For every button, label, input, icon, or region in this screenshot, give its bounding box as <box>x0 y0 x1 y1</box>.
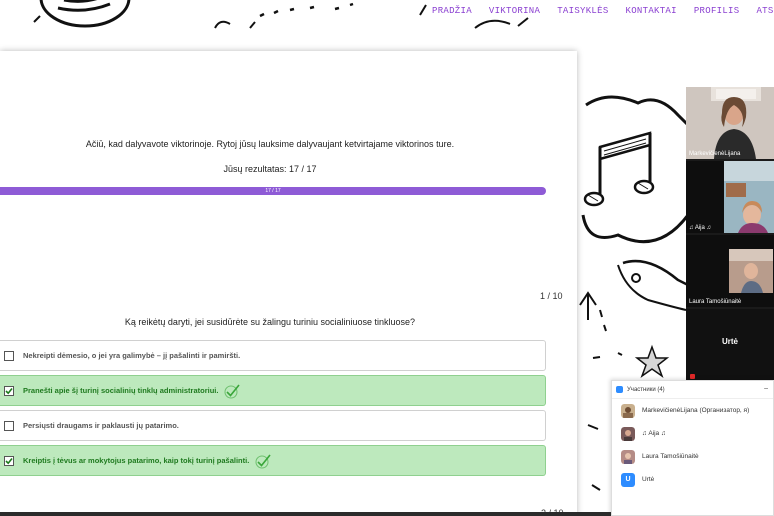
bottom-bar <box>0 512 611 516</box>
nav-item-profilis[interactable]: PROFILIS <box>694 6 740 16</box>
tile-center-name: Urtė <box>721 337 738 346</box>
participant-row[interactable]: U Urtė <box>612 468 773 491</box>
result-text: Jūsų rezultatas: 17 / 17 <box>223 164 317 174</box>
participant-row[interactable]: ♫ Aija ♫ <box>612 422 773 445</box>
minimize-button[interactable]: – <box>764 385 768 392</box>
participants-panel: Участники (4) – MarkevičienėLijana (Орга… <box>611 380 774 516</box>
nav-slash-icon <box>419 4 427 16</box>
video-tile-3[interactable]: Laura Tamošiūnaitė <box>686 235 774 307</box>
correct-answer-icon <box>224 383 241 398</box>
video-tile-2[interactable]: ♫ Aija ♫ <box>686 161 774 233</box>
nav-doodle-icon <box>214 2 354 29</box>
thanks-message: Ačiū, kad dalyvavote viktorinoje. Rytoj … <box>85 139 455 149</box>
avatar-icon <box>621 449 635 464</box>
question-number: 1 / 10 <box>540 291 563 301</box>
progress-label: 17 / 17 <box>265 188 281 194</box>
participants-header: Участники (4) <box>612 381 773 399</box>
nav-item-taisykles[interactable]: TAISYKLĖS <box>557 6 608 16</box>
quiz-card: Ačiū, kad dalyvavote viktorinoje. Rytoj … <box>0 51 577 516</box>
tile-name: Laura Tamošiūnaitė <box>689 299 742 305</box>
star-icon <box>634 344 670 378</box>
option-checkbox[interactable] <box>4 455 14 466</box>
option-label: Pranešti apie šį turinį socialinių tinkl… <box>23 386 219 395</box>
result-progress-bar: 17 / 17 <box>0 187 546 195</box>
checkmark-icon <box>5 457 13 464</box>
nav-item-kontaktai[interactable]: KONTAKTAI <box>626 6 677 16</box>
option-checkbox[interactable] <box>4 350 14 361</box>
question-text: Ką reikėtų daryti, jei susidūrėte su žal… <box>124 317 416 327</box>
video-strip: MarkevičienėLijana ♫ Aija ♫ Laura Tamoši… <box>686 87 774 382</box>
nav-item-pradzia[interactable]: PRADŽIA <box>432 6 472 16</box>
answer-option-2[interactable]: Pranešti apie šį turinį socialinių tinkl… <box>0 375 546 406</box>
avatar-icon <box>621 403 635 418</box>
logo-doodle-icon <box>33 0 131 28</box>
video-tile-4[interactable]: Urtė <box>686 309 774 381</box>
participant-row[interactable]: MarkevičienėLijana (Организатор, я) <box>612 399 773 422</box>
option-label: Nekreipti dėmesio, o jei yra galimybė – … <box>23 351 241 360</box>
zoom-icon <box>616 386 623 393</box>
participant-name: Urtė <box>642 476 655 483</box>
answer-option-3[interactable]: Persiųsti draugams ir paklausti jų patar… <box>0 410 546 441</box>
nav-underline-doodle-icon <box>474 17 529 29</box>
video-tile-1[interactable]: MarkevičienėLijana <box>686 87 774 159</box>
tile-name: ♫ Aija ♫ <box>689 225 712 231</box>
participant-row[interactable]: Laura Tamošiūnaitė <box>612 445 773 468</box>
option-checkbox[interactable] <box>4 420 14 431</box>
answer-option-1[interactable]: Nekreipti dėmesio, o jei yra galimybė – … <box>0 340 546 371</box>
participant-video-icon <box>686 161 774 233</box>
music-note-icon <box>583 131 655 207</box>
answer-option-4[interactable]: Kreiptis į tėvus ar mokytojus patarimo, … <box>0 445 546 476</box>
option-checkbox[interactable] <box>4 385 14 396</box>
participant-name: ♫ Aija ♫ <box>642 430 666 437</box>
tile-name: MarkevičienėLijana <box>689 151 741 157</box>
correct-answer-icon <box>255 453 271 468</box>
participants-title: Участники (4) <box>627 386 665 393</box>
page: PRADŽIA VIKTORINA TAISYKLĖS KONTAKTAI PR… <box>0 0 774 516</box>
muted-indicator-icon <box>690 374 695 379</box>
participant-name: Laura Tamošiūnaitė <box>642 453 699 460</box>
participant-name: MarkevičienėLijana (Организатор, я) <box>642 407 750 414</box>
top-navigation: PRADŽIA VIKTORINA TAISYKLĖS KONTAKTAI PR… <box>0 0 774 30</box>
participant-video-icon <box>686 235 774 307</box>
checkmark-icon <box>5 387 13 394</box>
avatar-initial: U <box>621 472 635 487</box>
option-label: Kreiptis į tėvus ar mokytojus patarimo, … <box>23 456 250 465</box>
nav-item-atsijungti[interactable]: ATSIJUNG <box>756 6 774 16</box>
avatar-icon <box>621 426 635 441</box>
option-label: Persiųsti draugams ir paklausti jų patar… <box>23 421 179 430</box>
participant-video-icon <box>686 87 774 159</box>
